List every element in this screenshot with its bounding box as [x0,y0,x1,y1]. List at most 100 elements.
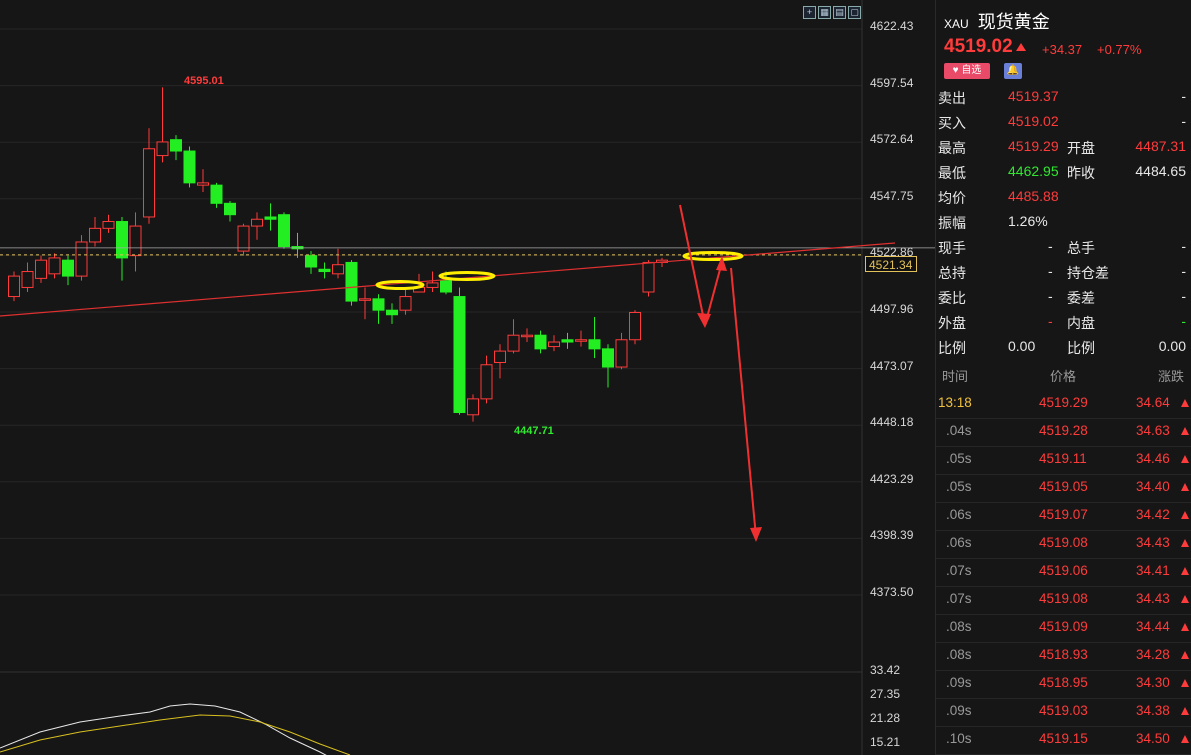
candle-body [170,139,182,152]
tick-price: 4519.11 [1039,451,1087,466]
tick-price: 4519.09 [1039,619,1088,634]
expand-tool-icon[interactable]: ▢ [848,6,861,19]
stats-row: 最低 4462.95 昨收 4484.65 [936,159,1191,184]
up-arrow-icon [1181,483,1189,491]
candle-body [386,309,398,316]
candle-body [251,218,263,227]
price-axis-tick: 4547.75 [870,188,914,203]
current-price-tag: 4521.34 [865,256,917,272]
stat-label: 开盘 [1067,140,1095,156]
candle-body [588,339,601,350]
candle-body [602,348,614,368]
tick-row[interactable]: .07s 4519.08 34.43 [936,586,1191,615]
alert-bell-icon[interactable]: 🔔 [1004,63,1022,79]
stat-value: 4462.95 [1008,163,1059,179]
tick-time: .06s [946,535,972,550]
up-arrow-icon [1181,735,1189,743]
stat-label: 最低 [938,165,966,181]
candle-body [102,221,115,229]
price-axis-tick: 4597.54 [870,75,914,90]
stat-value: - [1048,288,1053,304]
stat-value: 4487.31 [1135,138,1186,154]
stat-label: 持仓差 [1067,265,1109,281]
tick-time: .09s [946,703,972,718]
stat-label: 委差 [1067,290,1095,306]
stat-label: 现手 [938,240,966,256]
candle-body [48,257,61,275]
stat-value: 0.00 [1008,338,1036,354]
stat-value: 1.26% [1008,213,1048,229]
up-arrow-icon [1181,567,1189,575]
candle-body [116,221,128,259]
stat-label: 买入 [938,115,966,131]
tick-row[interactable]: .05s 4519.11 34.46 [936,446,1191,475]
stat-value: - [1181,313,1186,329]
instrument-header: XAU 现货黄金 [944,8,1050,34]
candle-body [494,350,506,363]
tick-row[interactable]: .09s 4519.03 34.38 [936,698,1191,727]
up-arrow-icon [1015,42,1026,51]
stat-value: 4484.65 [1135,163,1186,179]
stat-value: - [1048,263,1053,279]
last-price: 4519.02 [944,36,1026,58]
price-axis-tick: 4572.64 [870,132,914,147]
candle-body [453,296,466,414]
indicator-tool-icon[interactable]: ▤ [833,6,846,19]
tick-row[interactable]: 13:18 4519.29 34.64 [936,390,1191,419]
tick-row[interactable]: .10s 4519.15 34.50 [936,726,1191,755]
indicator-axis-tick: 15.21 [870,735,901,749]
stat-label: 比例 [938,340,966,356]
candle-body [237,225,250,252]
quote-panel: XAU 现货黄金 4519.02 +34.37 +0.77% ♥ 自选 🔔 卖出… [935,0,1191,755]
price-axis-tick: 4373.50 [870,585,914,599]
grid-tool-icon[interactable]: ▦ [818,6,831,19]
tick-row[interactable]: .06s 4519.08 34.43 [936,530,1191,559]
tick-time: .06s [946,507,972,522]
candle-body [8,275,20,298]
chart-area[interactable]: + ▦ ▤ ▢ 4622.43 4597.54 4572.64 4547.75 4522… [0,0,935,755]
stat-label: 内盘 [1067,315,1095,331]
candle-body [89,227,101,243]
crosshair-tool-icon[interactable]: + [803,6,816,19]
ticks-header-time: 时间 [942,369,969,384]
tick-row[interactable]: .08s 4519.09 34.44 [936,614,1191,643]
candle-body [615,339,628,368]
tick-row[interactable]: .06s 4519.07 34.42 [936,502,1191,531]
tick-time: .08s [946,647,972,662]
candle-body [278,214,290,248]
stats-row: 卖出 4519.37 - [936,84,1191,109]
candle-body [534,334,547,350]
candle-body [561,339,574,343]
candle-body [440,280,452,293]
stat-value: - [1181,88,1186,104]
tick-row[interactable]: .05s 4519.05 34.40 [936,474,1191,503]
stat-label: 委比 [938,290,966,306]
tick-row[interactable]: .08s 4518.93 34.28 [936,642,1191,671]
tick-change: 34.43 [1136,535,1170,550]
stats-row: 振幅 1.26% [936,209,1191,234]
up-arrow-icon [1181,399,1189,407]
favorite-label: 自选 [961,65,982,76]
high-price-label: 4595.01 [184,75,224,87]
tick-change: 34.44 [1136,619,1170,634]
up-arrow-icon [1181,707,1189,715]
stat-value: - [1181,288,1186,304]
stat-label: 总手 [1067,240,1095,256]
tick-change: 34.41 [1136,563,1170,578]
tick-row[interactable]: .04s 4519.28 34.63 [936,418,1191,447]
tick-change: 34.42 [1136,507,1170,522]
tick-row[interactable]: .07s 4519.06 34.41 [936,558,1191,587]
tick-time: .04s [946,423,972,438]
stats-row: 比例 0.00 比例 0.00 [936,334,1191,359]
stats-row: 均价 4485.88 [936,184,1191,209]
up-arrow-icon [1181,623,1189,631]
tick-row[interactable]: .09s 4518.95 34.30 [936,670,1191,699]
down-arrowhead [750,527,762,542]
stat-label: 最高 [938,140,966,156]
symbol-code: XAU [944,17,969,31]
add-favorite-button[interactable]: ♥ 自选 [944,63,990,79]
price-change-pct: +0.77% [1097,42,1142,57]
candlestick-chart[interactable] [0,0,935,755]
price-axis-tick: 4423.29 [870,471,914,486]
up-arrow-icon [1181,651,1189,659]
